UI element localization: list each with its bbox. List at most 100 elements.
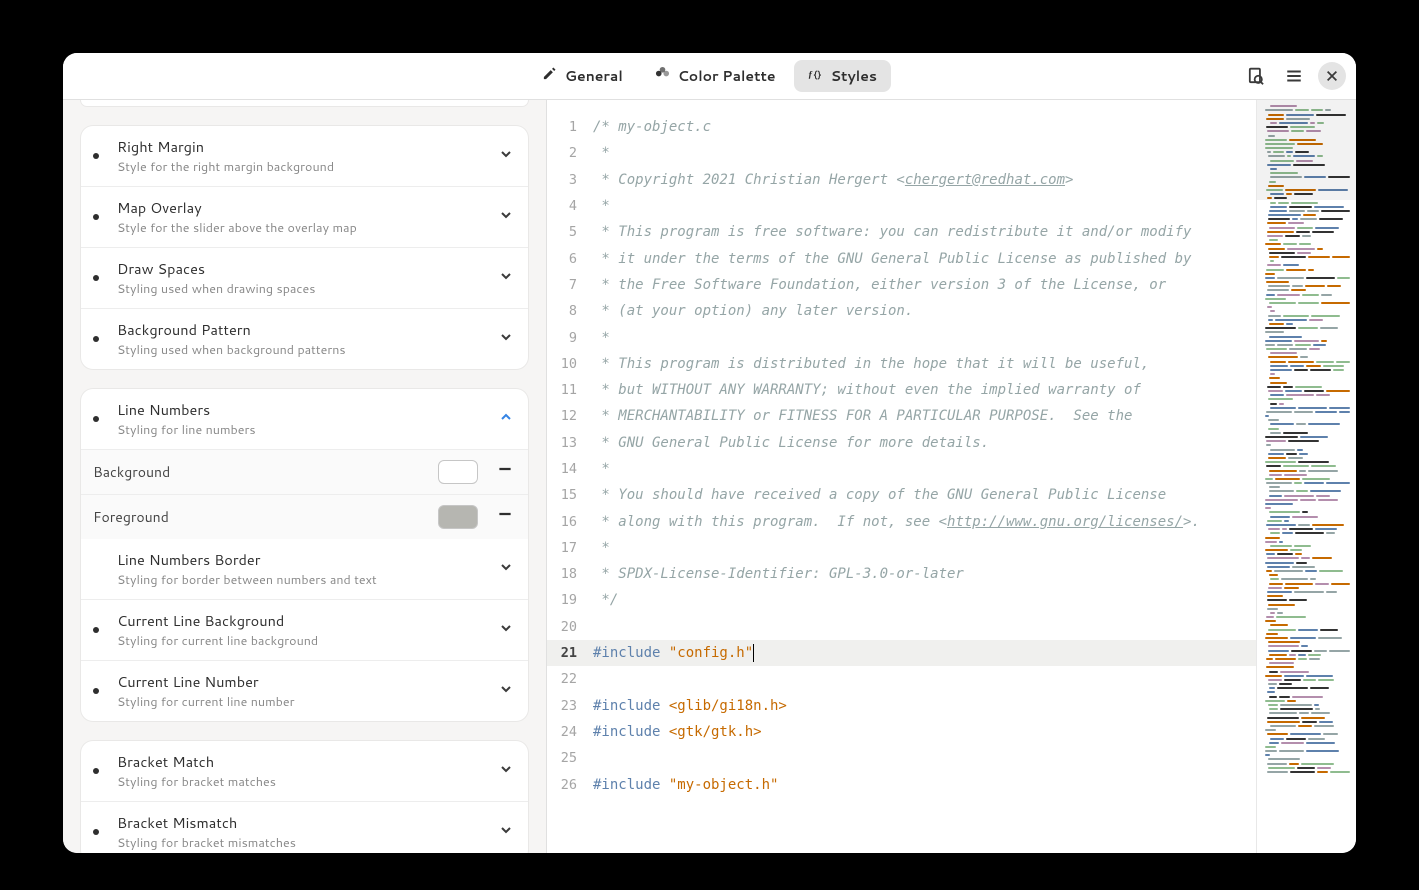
- style-row-title: Background Pattern: [117, 319, 498, 340]
- style-row[interactable]: Background Pattern Styling used when bac…: [81, 308, 528, 369]
- tab-color-palette[interactable]: Color Palette: [641, 60, 790, 92]
- style-row[interactable]: Map Overlay Style for the slider above t…: [81, 186, 528, 247]
- style-row-title: Line Numbers Border: [117, 549, 498, 570]
- code-line[interactable]: 4 *: [547, 193, 1256, 219]
- minimap-line: [1263, 616, 1350, 619]
- color-swatch[interactable]: [438, 505, 478, 529]
- minimap-line: [1263, 612, 1350, 615]
- menu-button[interactable]: [1280, 62, 1308, 90]
- style-row[interactable]: Line Numbers Border Styling for border b…: [81, 539, 528, 599]
- style-row-subtitle: Style for the slider above the overlay m…: [117, 219, 498, 237]
- style-row[interactable]: Current Line Number Styling for current …: [81, 660, 528, 721]
- code-line[interactable]: 10 * This program is distributed in the …: [547, 351, 1256, 377]
- code-line[interactable]: 7 * the Free Software Foundation, either…: [547, 272, 1256, 298]
- minimap-line: [1263, 742, 1350, 745]
- minimap-line: [1263, 767, 1350, 770]
- minimap-line: [1263, 733, 1350, 736]
- style-row[interactable]: Right Margin Style for the right margin …: [81, 126, 528, 186]
- code-line[interactable]: 26#include "my-object.h": [547, 771, 1256, 797]
- code-line[interactable]: 25: [547, 745, 1256, 771]
- code-line[interactable]: 8 * (at your option) any later version.: [547, 298, 1256, 324]
- minimap[interactable]: [1256, 100, 1356, 853]
- code-text: #include <gtk/gtk.h>: [585, 724, 762, 740]
- palette-icon: [655, 66, 670, 86]
- svg-text:{}: {}: [813, 68, 821, 81]
- code-text: * the Free Software Foundation, either v…: [585, 277, 1166, 293]
- minimap-line: [1263, 721, 1350, 724]
- style-property-row: Foreground: [81, 494, 528, 539]
- minimap-line: [1263, 411, 1350, 414]
- minimap-line: [1263, 457, 1350, 460]
- code-line[interactable]: 9 *: [547, 324, 1256, 350]
- chevron-down-icon: [498, 328, 514, 351]
- code-line[interactable]: 1/* my-object.c: [547, 114, 1256, 140]
- minimap-line: [1263, 758, 1350, 761]
- style-property-row: Background: [81, 449, 528, 494]
- remove-icon[interactable]: [496, 460, 514, 484]
- code-line[interactable]: 23#include <glib/gi18n.h>: [547, 693, 1256, 719]
- minimap-line: [1263, 285, 1350, 288]
- tab-general[interactable]: General: [528, 60, 637, 92]
- code-line[interactable]: 5 * This program is free software: you c…: [547, 219, 1256, 245]
- style-row-title: Current Line Number: [117, 671, 498, 692]
- style-row[interactable]: Bracket Match Styling for bracket matche…: [81, 741, 528, 801]
- line-number: 9: [547, 330, 585, 346]
- code-line[interactable]: 21#include "config.h": [547, 640, 1256, 666]
- search-in-page-button[interactable]: [1242, 62, 1270, 90]
- line-number: 2: [547, 145, 585, 161]
- minimap-viewport[interactable]: [1257, 100, 1356, 200]
- code-line[interactable]: 18 * SPDX-License-Identifier: GPL-3.0-or…: [547, 561, 1256, 587]
- style-row-title: Current Line Background: [117, 610, 498, 631]
- style-row[interactable]: Current Line Background Styling for curr…: [81, 599, 528, 660]
- code-line[interactable]: 22: [547, 666, 1256, 692]
- minimap-line: [1263, 327, 1350, 330]
- minimap-line: [1263, 365, 1350, 368]
- line-number: 13: [547, 435, 585, 451]
- close-button[interactable]: [1318, 62, 1346, 90]
- line-number: 16: [547, 514, 585, 530]
- minimap-line: [1263, 210, 1350, 213]
- chevron-down-icon: [498, 558, 514, 581]
- code-line[interactable]: 24#include <gtk/gtk.h>: [547, 719, 1256, 745]
- styles-sidebar[interactable]: Right Margin Style for the right margin …: [63, 100, 547, 853]
- code-text: * GNU General Public License for more de…: [585, 435, 989, 451]
- code-line[interactable]: 3 * Copyright 2021 Christian Hergert <ch…: [547, 167, 1256, 193]
- code-line[interactable]: 6 * it under the terms of the GNU Genera…: [547, 245, 1256, 271]
- minimap-line: [1263, 679, 1350, 682]
- code-line[interactable]: 2 *: [547, 140, 1256, 166]
- code-line[interactable]: 16 * along with this program. If not, se…: [547, 508, 1256, 534]
- style-row[interactable]: Draw Spaces Styling used when drawing sp…: [81, 247, 528, 308]
- code-line[interactable]: 11 * but WITHOUT ANY WARRANTY; without e…: [547, 377, 1256, 403]
- code-line[interactable]: 19 */: [547, 587, 1256, 613]
- titlebar: General Color Palette ƒ{} Styles: [63, 53, 1356, 100]
- color-swatch[interactable]: [438, 460, 478, 484]
- style-row-line-numbers[interactable]: Line Numbers Styling for line numbers: [81, 389, 528, 449]
- minimap-line: [1263, 490, 1350, 493]
- code-line[interactable]: 15 * You should have received a copy of …: [547, 482, 1256, 508]
- style-row-subtitle: Styling for line numbers: [117, 421, 498, 439]
- code-line[interactable]: 12 * MERCHANTABILITY or FITNESS FOR A PA…: [547, 403, 1256, 429]
- style-row-title: Bracket Mismatch: [117, 812, 498, 833]
- code-line[interactable]: 14 *: [547, 456, 1256, 482]
- code-line[interactable]: 17 *: [547, 535, 1256, 561]
- code-text: * but WITHOUT ANY WARRANTY; without even…: [585, 382, 1141, 398]
- code-text: * along with this program. If not, see <…: [585, 514, 1200, 530]
- minimap-line: [1263, 482, 1350, 485]
- line-number: 23: [547, 698, 585, 714]
- minimap-line: [1263, 302, 1350, 305]
- minimap-line: [1263, 691, 1350, 694]
- minimap-line: [1263, 633, 1350, 636]
- line-number: 20: [547, 619, 585, 635]
- tab-styles[interactable]: ƒ{} Styles: [794, 60, 891, 92]
- tab-label: Color Palette: [678, 66, 776, 86]
- minimap-line: [1263, 486, 1350, 489]
- remove-icon[interactable]: [496, 505, 514, 529]
- code-text: *: [585, 461, 610, 477]
- minimap-line: [1263, 641, 1350, 644]
- code-area[interactable]: 1/* my-object.c2 *3 * Copyright 2021 Chr…: [547, 100, 1256, 853]
- style-row[interactable]: Bracket Mismatch Styling for bracket mis…: [81, 801, 528, 853]
- minimap-line: [1263, 570, 1350, 573]
- minimap-line: [1263, 549, 1350, 552]
- code-line[interactable]: 20: [547, 614, 1256, 640]
- code-line[interactable]: 13 * GNU General Public License for more…: [547, 430, 1256, 456]
